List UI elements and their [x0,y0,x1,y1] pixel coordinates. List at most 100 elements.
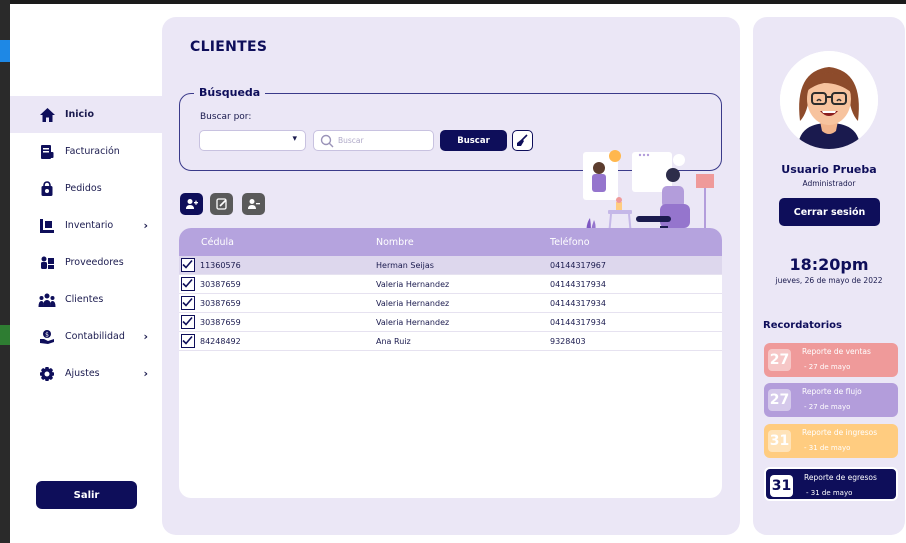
search-input[interactable] [338,136,433,145]
main-panel: CLIENTES Búsqueda Buscar por: ▾ Buscar B… [162,17,740,535]
chevron-down-icon: ▾ [292,134,297,144]
clock-time: 18:20pm [789,255,869,274]
reminder-card[interactable]: 31 Reporte de ingresos - 31 de mayo [764,424,898,458]
remove-client-button[interactable] [242,193,265,215]
search-field-select[interactable]: ▾ [199,130,306,151]
cell-cedula: 30387659 [200,298,241,308]
user-name: Usuario Prueba [781,163,877,176]
sidebar-item-pedidos[interactable]: Pedidos [10,170,162,207]
cell-nombre: Ana Ruiz [376,336,411,346]
broom-icon [517,134,528,146]
add-client-button[interactable] [180,193,203,215]
user-panel: Usuario Prueba Administrador Cerrar sesi… [753,17,905,535]
sidebar-item-label: Facturación [65,146,120,157]
sidebar-item-proveedores[interactable]: Proveedores [10,244,162,281]
checkmark-icon [182,297,193,307]
remove-user-icon [248,199,260,209]
sidebar-item-label: Ajustes [65,368,100,379]
search-icon [320,134,334,147]
row-checkbox[interactable] [181,315,195,329]
column-header-cedula[interactable]: Cédula [201,237,234,248]
logout-button[interactable]: Salir [36,481,137,509]
clients-icon [38,291,56,309]
close-session-button[interactable]: Cerrar sesión [779,198,880,226]
cell-cedula: 30387659 [200,279,241,289]
chevron-right-icon: › [143,367,148,380]
cell-cedula: 30387659 [200,317,241,327]
reminder-date: - 27 de mayo [804,363,851,371]
search-button[interactable]: Buscar [440,130,507,151]
reminder-card[interactable]: 31 Reporte de egresos - 31 de mayo [764,467,898,501]
table-row[interactable]: 84248492 Ana Ruiz 9328403 [179,332,722,351]
avatar [780,51,878,149]
search-panel: Búsqueda Buscar por: ▾ Buscar [179,86,722,247]
edit-icon [215,198,227,210]
chevron-right-icon: › [143,219,148,232]
cell-nombre: Valeria Hernandez [376,298,450,308]
cell-telefono: 04144317967 [550,260,606,270]
sidebar-item-contabilidad[interactable]: $ Contabilidad › [10,318,162,355]
column-header-telefono[interactable]: Teléfono [550,237,590,248]
gear-icon [38,365,56,383]
row-checkbox[interactable] [181,334,195,348]
sidebar-item-label: Inicio [65,109,94,120]
checkmark-icon [182,278,193,288]
reminder-card[interactable]: 27 Reporte de flujo - 27 de mayo [764,383,898,417]
sidebar-item-inicio[interactable]: Inicio [10,96,162,133]
sidebar-item-label: Inventario [65,220,114,231]
reminder-card[interactable]: 27 Reporte de ventas - 27 de mayo [764,343,898,377]
clear-filter-button[interactable] [512,130,533,151]
search-by-label: Buscar por: [200,112,252,122]
user-role: Administrador [802,179,856,188]
table-row[interactable]: 11360576 Herman Seijas 04144317967 [179,256,722,275]
sidebar-item-label: Clientes [65,294,104,305]
sidebar-item-clientes[interactable]: Clientes [10,281,162,318]
table-row[interactable]: 30387659 Valeria Hernandez 04144317934 [179,313,722,332]
sidebar-item-ajustes[interactable]: Ajustes › [10,355,162,392]
cell-cedula: 11360576 [200,260,241,270]
home-icon [38,106,56,124]
cell-telefono: 9328403 [550,336,586,346]
search-legend: Búsqueda [194,86,266,99]
reminder-day: 27 [768,389,791,411]
checkmark-icon [182,335,193,345]
window-left-border [0,0,10,543]
chevron-right-icon: › [143,330,148,343]
sidebar-item-facturacion[interactable]: Facturación [10,133,162,170]
cell-nombre: Valeria Hernandez [376,279,450,289]
edit-client-button[interactable] [210,193,233,215]
reminder-date: - 31 de mayo [804,444,851,452]
bag-icon [38,180,56,198]
reminder-date: - 31 de mayo [806,489,853,497]
clock-date: jueves, 26 de mayo de 2022 [775,276,883,285]
left-edge-marker [0,40,10,62]
reminder-title: Reporte de flujo [802,387,862,396]
accounting-icon: $ [38,328,56,346]
search-input-wrapper [313,130,434,151]
table-row[interactable]: 30387659 Valeria Hernandez 04144317934 [179,275,722,294]
table-header: Cédula Nombre Teléfono [179,228,722,256]
table-row[interactable]: 30387659 Valeria Hernandez 04144317934 [179,294,722,313]
invoice-icon [38,143,56,161]
add-user-icon [186,199,198,209]
reminder-date: - 27 de mayo [804,403,851,411]
reminder-day: 31 [770,475,793,497]
reminder-title: Reporte de egresos [804,473,877,482]
svg-text:$: $ [45,331,49,338]
column-header-nombre[interactable]: Nombre [376,237,414,248]
page-title: CLIENTES [190,39,268,55]
row-checkbox[interactable] [181,296,195,310]
reminder-day: 31 [768,430,791,452]
row-checkbox[interactable] [181,277,195,291]
cell-cedula: 84248492 [200,336,241,346]
sidebar-item-inventario[interactable]: Inventario › [10,207,162,244]
row-checkbox[interactable] [181,258,195,272]
reminder-day: 27 [768,349,791,371]
sidebar-item-label: Pedidos [65,183,102,194]
cell-telefono: 04144317934 [550,298,606,308]
inventory-icon [38,217,56,235]
checkmark-icon [182,316,193,326]
cell-telefono: 04144317934 [550,279,606,289]
sidebar-item-label: Proveedores [65,257,124,268]
supplier-icon [38,254,56,272]
